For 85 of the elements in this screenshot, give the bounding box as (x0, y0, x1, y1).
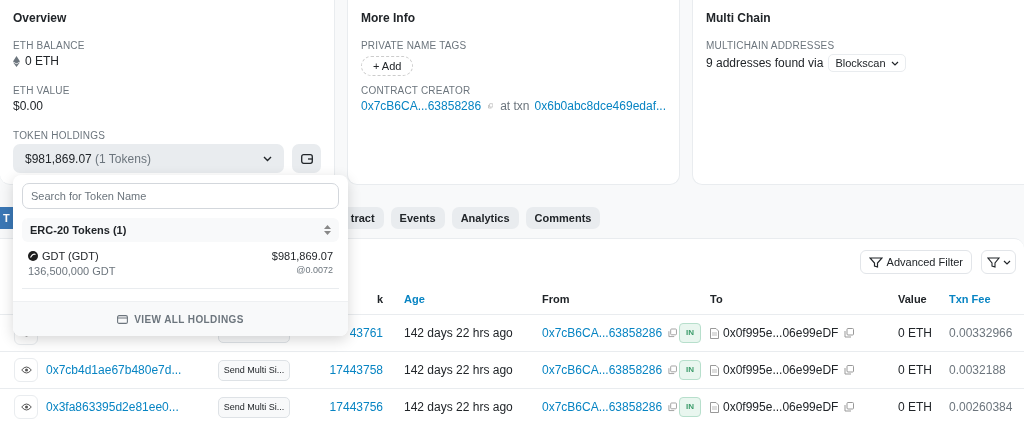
copy-icon (844, 328, 855, 338)
transaction-hash-link[interactable]: 0x7cb4d1ae67b480e7d... (46, 363, 182, 377)
addresses-found-text: 9 addresses found via (706, 56, 824, 70)
eye-icon (20, 366, 32, 374)
method-badge[interactable]: Send Multi Si... (218, 359, 290, 381)
copy-icon (668, 402, 677, 412)
from-address-link[interactable]: 0x7cB6CA...63858286 (542, 326, 663, 340)
filter-icon (868, 256, 883, 268)
document-icon (710, 401, 719, 413)
column-header: Value (898, 293, 928, 305)
age-cell-text: 142 days 22 hrs ago (404, 363, 514, 377)
wallet-icon (300, 153, 313, 164)
address-link[interactable]: 0x7cB6CA...63858286 (361, 99, 482, 113)
document-icon (710, 327, 719, 339)
to-address: 0x0f995e...06e99eDF (723, 326, 839, 340)
method-badge[interactable]: Send Multi Si... (218, 396, 290, 418)
field-label: ETH BALANCE (13, 40, 86, 51)
block-link[interactable]: 17443756 (327, 400, 383, 414)
token-icon (28, 251, 38, 261)
advanced-filter-button[interactable]: Advanced Filter (859, 250, 972, 274)
token-amount: 136,500,000 GDT (28, 265, 116, 277)
token-item[interactable]: GDT (GDT) 136,500,000 GDT $981,869.07 @0.0072 (22, 242, 339, 277)
ethereum-icon (13, 55, 20, 67)
value-cell-text: 0 ETH (898, 363, 933, 377)
view-button[interactable] (14, 358, 38, 382)
view-all-holdings-button[interactable]: VIEW ALL HOLDINGS (13, 301, 348, 336)
tab[interactable]: Events (390, 207, 445, 229)
chevron-down-icon (890, 60, 899, 66)
sort-icon (324, 225, 331, 235)
token-holdings-dropdown[interactable]: $981,869.07 (1 Tokens) (13, 144, 285, 173)
card-title: Multi Chain (706, 11, 772, 25)
txn-link[interactable]: 0x6b0abc8dce469edaf... (534, 99, 666, 113)
field-label: MULTICHAIN ADDRESSES (706, 40, 836, 51)
section-title: ERC-20 Tokens (1) (30, 224, 127, 236)
field-value: $0.00 (13, 99, 44, 113)
fee-cell-text: 0.0032188 (949, 363, 1007, 377)
token-name: GDT (GDT) (42, 250, 99, 262)
eye-icon (20, 403, 32, 411)
transaction-hash-link[interactable]: 0x3fa863395d2e81ee0... (46, 400, 179, 414)
copy-icon (844, 365, 855, 375)
chevron-down-icon (263, 155, 273, 162)
tab[interactable]: Analytics (451, 207, 519, 229)
view-button[interactable] (14, 395, 38, 419)
card-title: Overview (13, 11, 68, 25)
wallet-icon (117, 314, 129, 324)
from-address-link[interactable]: 0x7cB6CA...63858286 (542, 400, 663, 414)
field-value: 0 ETH (25, 54, 59, 68)
column-header: To (710, 293, 724, 305)
value-cell-text: 0 ETH (898, 400, 933, 414)
token-rate: @0.0072 (295, 265, 333, 275)
filter-dropdown-button[interactable] (981, 250, 1016, 274)
field-label: PRIVATE NAME TAGS (361, 40, 468, 51)
tab[interactable]: Comments (525, 207, 601, 229)
fee-cell-text: 0.00260384 (949, 400, 1014, 414)
search-field[interactable]: Search for Token Name (22, 183, 339, 209)
column-header: Txn Fee (949, 293, 992, 305)
direction-badge: IN (679, 397, 701, 417)
from-address-link[interactable]: 0x7cB6CA...63858286 (542, 363, 663, 377)
copy-icon (668, 328, 677, 338)
field-label: CONTRACT CREATOR (361, 85, 472, 96)
column-header: From (542, 293, 571, 305)
to-address: 0x0f995e...06e99eDF (723, 400, 839, 414)
direction-badge: IN (679, 323, 701, 343)
field-label: ETH VALUE (13, 85, 71, 96)
direction-badge: IN (679, 360, 701, 380)
document-icon (710, 364, 719, 376)
blockscan-dropdown[interactable]: Blockscan (828, 54, 906, 72)
value-cell-text: 0 ETH (898, 326, 933, 340)
to-address: 0x0f995e...06e99eDF (723, 363, 839, 377)
fee-cell-text: 0.00332966 (949, 326, 1014, 340)
column-header: k (375, 293, 383, 305)
at-txn-text: at txn (500, 99, 530, 113)
add-button[interactable]: + Add (361, 56, 414, 76)
column-header: Age (404, 293, 426, 305)
token-value: $981,869.07 (271, 250, 333, 262)
field-label: TOKEN HOLDINGS (13, 130, 107, 141)
block-link[interactable]: 17443758 (327, 363, 383, 377)
filter-icon (986, 256, 1011, 268)
age-cell-text: 142 days 22 hrs ago (404, 326, 514, 340)
copy-icon (668, 365, 677, 375)
copy-icon (844, 402, 855, 412)
card-title: More Info (361, 11, 416, 25)
age-cell-text: 142 days 22 hrs ago (404, 400, 514, 414)
wallet-button[interactable] (292, 144, 321, 173)
copy-icon (488, 101, 494, 111)
